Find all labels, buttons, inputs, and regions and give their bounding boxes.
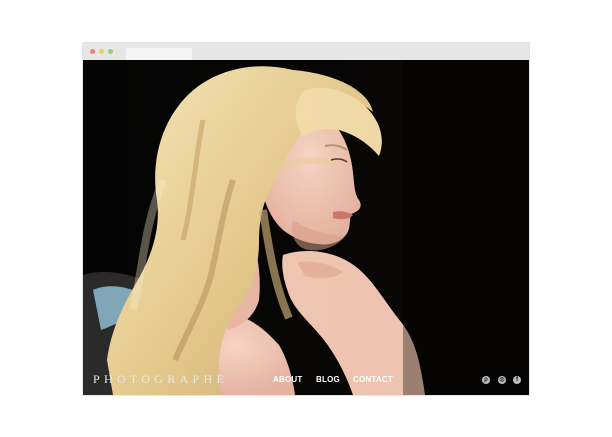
site-logo[interactable]: PHOTOGRAPHE xyxy=(93,372,228,387)
browser-titlebar xyxy=(83,43,529,60)
hero-portrait-image xyxy=(83,60,529,395)
minimize-window-dot[interactable] xyxy=(99,49,104,54)
nav-contact-link[interactable]: CONTACT xyxy=(353,375,393,384)
browser-window: PHOTOGRAPHE ABOUT BLOG CONTACT p ◎ f xyxy=(83,43,529,395)
close-window-dot[interactable] xyxy=(90,49,95,54)
nav-about-link[interactable]: ABOUT xyxy=(273,375,302,384)
facebook-icon[interactable]: f xyxy=(513,376,521,384)
maximize-window-dot[interactable] xyxy=(108,49,113,54)
pinterest-icon[interactable]: p xyxy=(482,376,490,384)
page-content: PHOTOGRAPHE ABOUT BLOG CONTACT p ◎ f xyxy=(83,60,529,395)
instagram-icon[interactable]: ◎ xyxy=(498,376,506,384)
nav-blog-link[interactable]: BLOG xyxy=(316,375,340,384)
site-footer-bar: PHOTOGRAPHE ABOUT BLOG CONTACT p ◎ f xyxy=(83,365,529,395)
browser-tab[interactable] xyxy=(126,48,192,60)
